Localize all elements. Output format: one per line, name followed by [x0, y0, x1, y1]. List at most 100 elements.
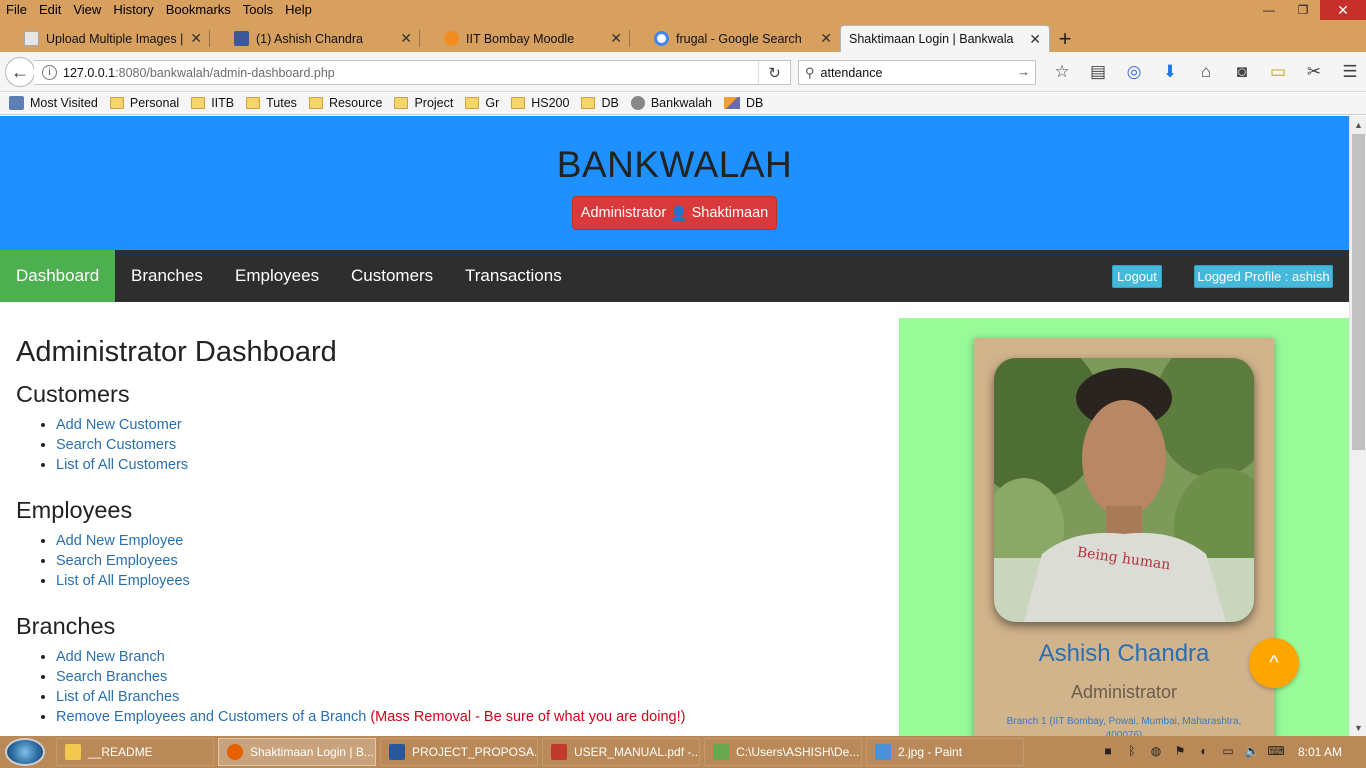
new-tab-button[interactable]: +: [1050, 25, 1080, 52]
taskbar-item-explorer[interactable]: C:\Users\ASHISH\De...: [704, 738, 862, 766]
add-new-customer-link[interactable]: Add New Customer: [56, 417, 182, 433]
screenshot-icon[interactable]: ✂: [1296, 60, 1332, 84]
profile-card: Being human Ashish Chandra Administrator…: [974, 338, 1274, 736]
nav-transactions[interactable]: Transactions: [465, 250, 562, 302]
home-icon[interactable]: ⌂: [1188, 60, 1224, 84]
reload-icon[interactable]: ↻: [758, 61, 790, 84]
close-tab-icon[interactable]: ✕: [610, 30, 622, 47]
network-icon[interactable]: ◍: [1144, 744, 1168, 758]
role-button[interactable]: Administrator 👤 Shaktimaan: [572, 196, 777, 230]
downloads-icon[interactable]: ⬇: [1152, 60, 1188, 84]
minimize-button[interactable]: —: [1252, 0, 1286, 20]
bookmark-folder-personal[interactable]: Personal: [109, 96, 179, 110]
tab-google-search[interactable]: frugal - Google Search ✕: [630, 25, 840, 52]
remove-branch-members-link[interactable]: Remove Employees and Customers of a Bran…: [56, 709, 366, 725]
bookmark-label: IITB: [211, 96, 235, 110]
bookmark-folder-project[interactable]: Project: [394, 96, 453, 110]
tray-app-icon[interactable]: ■: [1096, 744, 1120, 758]
scrollbar-thumb[interactable]: [1352, 134, 1365, 450]
extension-icon[interactable]: ◎: [1116, 60, 1152, 84]
menu-history[interactable]: History: [107, 0, 159, 20]
profile-branch: Branch 1 (IIT Bombay, Powai, Mumbai, Mah…: [1006, 716, 1242, 736]
start-button[interactable]: [5, 738, 45, 766]
logged-profile-button[interactable]: Logged Profile : ashish: [1194, 265, 1333, 288]
taskbar-clock[interactable]: 8:01 AM: [1298, 745, 1342, 759]
add-new-employee-link[interactable]: Add New Employee: [56, 533, 183, 549]
list-item: List of All Branches: [56, 687, 876, 707]
nav-branches[interactable]: Branches: [131, 250, 203, 302]
scroll-down-icon[interactable]: ▼: [1350, 719, 1366, 736]
close-tab-icon[interactable]: ✕: [400, 30, 412, 47]
bookmark-folder-db[interactable]: DB: [581, 96, 619, 110]
menu-help[interactable]: Help: [279, 0, 318, 20]
bookmark-folder-iitb[interactable]: IITB: [191, 96, 234, 110]
page-scrollbar[interactable]: ▲ ▼: [1349, 116, 1366, 736]
nav-customers[interactable]: Customers: [351, 250, 433, 302]
bluetooth-icon[interactable]: ᛒ: [1120, 744, 1144, 758]
pocket-icon[interactable]: ◙: [1224, 60, 1260, 84]
taskbar-item-firefox[interactable]: Shaktimaan Login | B...: [218, 738, 376, 766]
maximize-button[interactable]: ❐: [1286, 0, 1320, 20]
logout-button[interactable]: Logout: [1112, 265, 1162, 288]
nav-employees[interactable]: Employees: [235, 250, 319, 302]
bookmark-db-phpmyadmin[interactable]: DB: [724, 96, 763, 110]
scroll-up-icon[interactable]: ▲: [1350, 116, 1366, 133]
info-icon[interactable]: i: [42, 65, 57, 80]
hamburger-menu-icon[interactable]: ☰: [1332, 60, 1366, 84]
tray-sync-icon[interactable]: ◐: [1192, 744, 1216, 758]
close-tab-icon[interactable]: ✕: [1029, 31, 1041, 48]
address-bar[interactable]: i 127.0.0.1:8080/bankwalah/admin-dashboa…: [34, 60, 791, 85]
tab-bankwalah-active[interactable]: Shaktimaan Login | Bankwalah ✕: [840, 25, 1050, 52]
list-all-branches-link[interactable]: List of All Branches: [56, 689, 179, 705]
search-go-icon[interactable]: →: [1017, 64, 1030, 79]
tab-upload-images[interactable]: Upload Multiple Images | Go ✕: [0, 25, 210, 52]
bookmark-most-visited[interactable]: Most Visited: [9, 96, 98, 110]
menu-view[interactable]: View: [67, 0, 107, 20]
taskbar-item-pdf[interactable]: USER_MANUAL.pdf -...: [542, 738, 700, 766]
search-input[interactable]: ⚲ attendance →: [798, 60, 1036, 85]
scroll-to-top-button[interactable]: ^: [1249, 638, 1299, 688]
menu-edit[interactable]: Edit: [33, 0, 67, 20]
close-tab-icon[interactable]: ✕: [190, 30, 202, 47]
action-center-flag-icon[interactable]: ⚑: [1168, 744, 1192, 758]
bookmark-label: Gr: [485, 96, 500, 110]
menu-bookmarks[interactable]: Bookmarks: [160, 0, 237, 20]
close-window-button[interactable]: ✕: [1320, 0, 1366, 20]
add-new-branch-link[interactable]: Add New Branch: [56, 649, 165, 665]
moodle-icon: [444, 31, 459, 46]
phpmyadmin-icon: [724, 97, 740, 109]
reading-list-icon[interactable]: ▤: [1080, 60, 1116, 84]
menu-tools[interactable]: Tools: [237, 0, 279, 20]
back-button[interactable]: ←: [5, 57, 35, 87]
volume-icon[interactable]: 🔈: [1240, 744, 1264, 758]
taskbar-item-readme[interactable]: __README: [56, 738, 214, 766]
taskbar-item-word[interactable]: PROJECT_PROPOSA...: [380, 738, 538, 766]
search-employees-link[interactable]: Search Employees: [56, 553, 178, 569]
addon-icon[interactable]: ▭: [1260, 60, 1296, 84]
keyboard-icon[interactable]: ⌨: [1264, 744, 1288, 758]
list-all-customers-link[interactable]: List of All Customers: [56, 457, 188, 473]
bookmark-folder-tutes[interactable]: Tutes: [246, 96, 297, 110]
list-all-employees-link[interactable]: List of All Employees: [56, 573, 190, 589]
bookmark-folder-resource[interactable]: Resource: [308, 96, 382, 110]
tab-strip: Upload Multiple Images | Go ✕ (1) Ashish…: [0, 25, 1080, 52]
bookmark-folder-hs200[interactable]: HS200: [511, 96, 569, 110]
branches-links: Add New Branch Search Branches List of A…: [56, 647, 876, 727]
profile-role: Administrator: [1070, 682, 1178, 702]
bookmark-star-icon[interactable]: ☆: [1044, 60, 1080, 84]
close-tab-icon[interactable]: ✕: [820, 30, 832, 47]
search-customers-link[interactable]: Search Customers: [56, 437, 176, 453]
bookmark-folder-gr[interactable]: Gr: [465, 96, 499, 110]
list-item: List of All Employees: [56, 571, 876, 591]
search-branches-link[interactable]: Search Branches: [56, 669, 167, 685]
role-user-name: Shaktimaan: [691, 205, 769, 221]
taskbar-item-paint[interactable]: 2.jpg - Paint: [866, 738, 1024, 766]
list-item: Search Branches: [56, 667, 876, 687]
nav-dashboard[interactable]: Dashboard: [0, 250, 115, 302]
browser-titlebar: File Edit View History Bookmarks Tools H…: [0, 0, 1366, 52]
tab-facebook[interactable]: (1) Ashish Chandra ✕: [210, 25, 420, 52]
power-icon[interactable]: ▭: [1216, 744, 1240, 758]
menu-file[interactable]: File: [0, 0, 33, 20]
bookmark-bankwalah[interactable]: Bankwalah: [630, 96, 712, 110]
tab-moodle[interactable]: IIT Bombay Moodle ✕: [420, 25, 630, 52]
